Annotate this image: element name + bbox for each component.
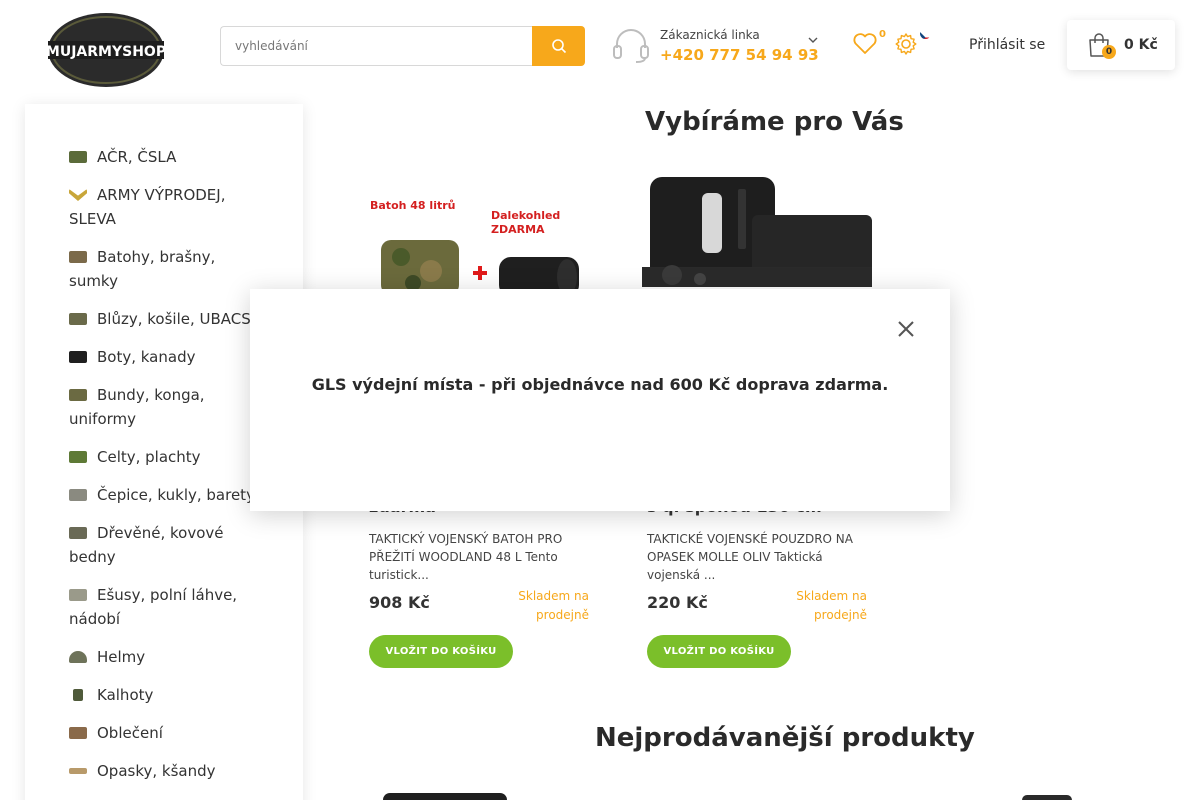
close-icon[interactable] bbox=[896, 319, 916, 339]
section-title-recommended: Vybíráme pro Vás bbox=[645, 107, 904, 137]
product-price: 220 Kč bbox=[647, 593, 708, 612]
sidebar-item-bluzy[interactable]: Blůzy, košile, UBACS bbox=[69, 307, 279, 331]
sidebar-item-army-vyprodej[interactable]: ARMY VÝPRODEJ, SLEVA bbox=[69, 183, 259, 231]
tarp-icon bbox=[69, 451, 87, 463]
support-label: Zákaznická linka bbox=[660, 28, 760, 42]
product-image[interactable] bbox=[383, 793, 507, 800]
chevron-rank-icon bbox=[69, 189, 87, 201]
sidebar-item-celty[interactable]: Celty, plachty bbox=[69, 445, 259, 469]
wishlist-button[interactable]: 0 bbox=[852, 29, 886, 58]
belt-icon bbox=[69, 768, 87, 774]
customer-support[interactable]: Zákaznická linka +420 777 54 94 93 bbox=[612, 24, 822, 68]
product-image[interactable] bbox=[1022, 795, 1072, 800]
czech-flag-icon[interactable] bbox=[920, 28, 931, 39]
sidebar-item-esusy[interactable]: Ešusy, polní láhve, nádobí bbox=[69, 583, 259, 631]
cart-total: 0 Kč bbox=[1124, 37, 1158, 53]
sidebar-item-bundy[interactable]: Bundy, konga, uniformy bbox=[69, 383, 259, 431]
settings-button[interactable] bbox=[894, 32, 918, 56]
modal-message: GLS výdejní místa - při objednávce nad 6… bbox=[311, 375, 889, 394]
product-description[interactable]: TAKTICKÝ VOJENSKÝ BATOH PRO PŘEŽITÍ WOOD… bbox=[369, 530, 599, 584]
stock-status: Skladem na prodejně bbox=[518, 589, 589, 622]
search-icon bbox=[551, 39, 566, 54]
shop-logo[interactable]: MUJARMYSHOP bbox=[46, 11, 166, 89]
boot-icon bbox=[69, 351, 87, 363]
cart-button[interactable]: 0 0 Kč bbox=[1067, 20, 1175, 70]
tank-icon bbox=[69, 151, 87, 163]
clothing-icon bbox=[69, 727, 87, 739]
svg-text:ZDARMA: ZDARMA bbox=[491, 223, 545, 236]
heart-icon bbox=[853, 33, 877, 54]
svg-text:Dalekohled: Dalekohled bbox=[491, 209, 560, 222]
page: MUJARMYSHOP Zákaznická linka +420 777 54… bbox=[0, 0, 1200, 800]
section-title-bestsellers: Nejprodávanější produkty bbox=[595, 723, 975, 753]
headset-icon bbox=[613, 29, 649, 63]
stock-status: Skladem na prodejně bbox=[796, 589, 867, 622]
sidebar-item-acr[interactable]: AČR, ČSLA bbox=[69, 145, 259, 169]
search-bar bbox=[220, 26, 585, 66]
sidebar-item-helmy[interactable]: Helmy bbox=[69, 645, 259, 669]
backpack-icon bbox=[69, 251, 87, 263]
cart-count-badge: 0 bbox=[1102, 45, 1116, 59]
sidebar-item-obleceni[interactable]: Oblečení bbox=[69, 721, 259, 745]
sidebar-item-boty[interactable]: Boty, kanady bbox=[69, 345, 259, 369]
sidebar-item-kalhoty[interactable]: Kalhoty bbox=[69, 683, 259, 707]
search-button[interactable] bbox=[532, 26, 585, 66]
wishlist-count: 0 bbox=[879, 29, 886, 40]
support-phone[interactable]: +420 777 54 94 93 bbox=[660, 46, 819, 64]
sidebar-item-opasky[interactable]: Opasky, kšandy bbox=[69, 759, 259, 783]
product-price: 908 Kč bbox=[369, 593, 430, 612]
sidebar-item-batohy[interactable]: Batohy, brašny, sumky bbox=[69, 245, 259, 293]
gear-icon bbox=[895, 33, 917, 55]
jacket-icon bbox=[69, 389, 87, 401]
product-description[interactable]: TAKTICKÉ VOJENSKÉ POUZDRO NA OPASEK MOLL… bbox=[647, 530, 877, 584]
svg-text:MUJARMYSHOP: MUJARMYSHOP bbox=[46, 44, 166, 60]
sidebar-item-bedny[interactable]: Dřevěné, kovové bedny bbox=[69, 521, 259, 569]
shipping-info-modal: GLS výdejní místa - při objednávce nad 6… bbox=[250, 289, 950, 511]
shirt-icon bbox=[69, 313, 87, 325]
helmet-icon bbox=[69, 651, 87, 663]
svg-text:Batoh 48 litrů: Batoh 48 litrů bbox=[370, 199, 455, 212]
search-input[interactable] bbox=[220, 26, 532, 66]
cap-icon bbox=[69, 489, 87, 501]
trousers-icon bbox=[73, 689, 83, 701]
sidebar-item-cepice[interactable]: Čepice, kukly, barety bbox=[69, 483, 279, 507]
add-to-cart-button[interactable]: VLOŽIT DO KOŠÍKU bbox=[647, 635, 791, 668]
chevron-down-icon[interactable] bbox=[808, 36, 818, 44]
login-link[interactable]: Přihlásit se bbox=[969, 37, 1045, 53]
add-to-cart-button[interactable]: VLOŽIT DO KOŠÍKU bbox=[369, 635, 513, 668]
mess-kit-icon bbox=[69, 589, 87, 601]
crate-icon bbox=[69, 527, 87, 539]
